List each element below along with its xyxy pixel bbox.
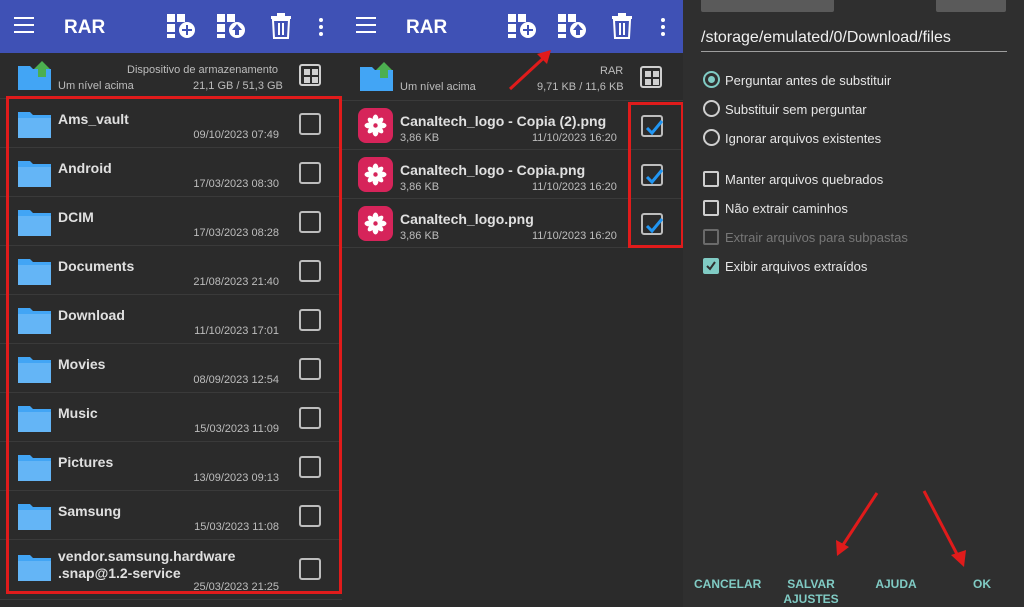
option-checkbox[interactable]	[703, 171, 719, 187]
radio-label: Ignorar arquivos existentes	[725, 131, 882, 146]
browse-button[interactable]	[936, 0, 1006, 12]
destination-path-button[interactable]	[701, 0, 834, 12]
file-date: 11/10/2023 16:20	[532, 132, 617, 144]
radio-button[interactable]	[703, 129, 720, 146]
menu-icon[interactable]	[14, 17, 34, 35]
delete-icon[interactable]	[611, 13, 633, 39]
input-underline	[701, 51, 1007, 52]
app-title: RAR	[64, 17, 106, 38]
grid-view-icon[interactable]	[640, 66, 662, 88]
delete-icon[interactable]	[270, 13, 292, 39]
extract-archive-icon[interactable]	[216, 13, 246, 39]
file-name: Canaltech_logo - Copia.png	[400, 162, 586, 178]
cancel-button[interactable]: CANCELAR	[694, 577, 761, 592]
file-name: Canaltech_logo - Copia (2).png	[400, 113, 607, 129]
storage-label: Dispositivo de armazenamento	[127, 64, 279, 76]
grid-view-icon[interactable]	[299, 64, 321, 86]
radio-button[interactable]	[703, 100, 720, 117]
annotation-arrow	[508, 50, 551, 91]
archive-panel: RAR RAR Um nível acima 9,71 KB / 11,6 KB	[342, 0, 683, 607]
add-to-archive-icon[interactable]	[507, 13, 537, 39]
radio-button[interactable]	[703, 71, 720, 88]
option-label: Não extrair caminhos	[725, 201, 848, 216]
option-label: Extrair arquivos para subpastas	[725, 230, 908, 245]
file-size: 3,86 KB	[400, 132, 440, 144]
menu-icon[interactable]	[356, 17, 376, 35]
file-size: 3,86 KB	[400, 181, 440, 193]
image-file-icon	[358, 206, 393, 241]
radio-label: Substituir sem perguntar	[725, 102, 867, 117]
selection-highlight	[6, 96, 342, 594]
file-name: Canaltech_logo.png	[400, 211, 534, 227]
more-options-icon[interactable]	[661, 18, 665, 39]
save-settings-label-1: SALVAR	[787, 577, 835, 591]
option-label: Manter arquivos quebrados	[725, 172, 884, 187]
save-settings-label-2: AJUSTES	[783, 592, 839, 606]
storage-size: 21,1 GB / 51,3 GB	[193, 80, 283, 92]
option-label: Exibir arquivos extraídos	[725, 259, 868, 274]
file-date: 11/10/2023 16:20	[532, 230, 617, 242]
option-checkbox[interactable]	[703, 200, 719, 216]
annotation-arrow	[836, 492, 879, 556]
extract-archive-icon[interactable]	[557, 13, 587, 39]
add-to-archive-icon[interactable]	[166, 13, 196, 39]
file-date: 11/10/2023 16:20	[532, 181, 617, 193]
storage-folder-icon	[18, 61, 51, 90]
image-file-icon	[358, 157, 393, 192]
annotation-arrow	[922, 490, 966, 567]
up-folder-icon	[360, 62, 393, 91]
ok-button[interactable]: OK	[967, 577, 997, 592]
radio-label: Perguntar antes de substituir	[725, 73, 892, 88]
archive-label: RAR	[600, 65, 624, 77]
save-settings-button[interactable]: SALVAR AJUSTES	[782, 577, 840, 607]
up-level-label: Um nível acima	[400, 81, 476, 93]
more-options-icon[interactable]	[319, 18, 323, 39]
image-file-icon	[358, 108, 393, 143]
file-size: 3,86 KB	[400, 230, 440, 242]
up-level-label: Um nível acima	[58, 80, 134, 92]
parent-folder-row[interactable]: Dispositivo de armazenamento Um nível ac…	[0, 53, 342, 99]
app-bar: RAR	[0, 0, 342, 53]
help-button[interactable]: AJUDA	[874, 577, 918, 592]
file-browser-panel: RAR Dispositivo de armazenamento Um níve…	[0, 0, 342, 607]
destination-path-input[interactable]: /storage/emulated/0/Download/files	[701, 29, 951, 47]
option-checkbox	[703, 229, 719, 245]
option-checkbox[interactable]	[703, 258, 719, 274]
extract-dialog: /storage/emulated/0/Download/files Pergu…	[683, 0, 1024, 607]
app-title: RAR	[406, 17, 448, 38]
selection-highlight	[628, 102, 683, 248]
